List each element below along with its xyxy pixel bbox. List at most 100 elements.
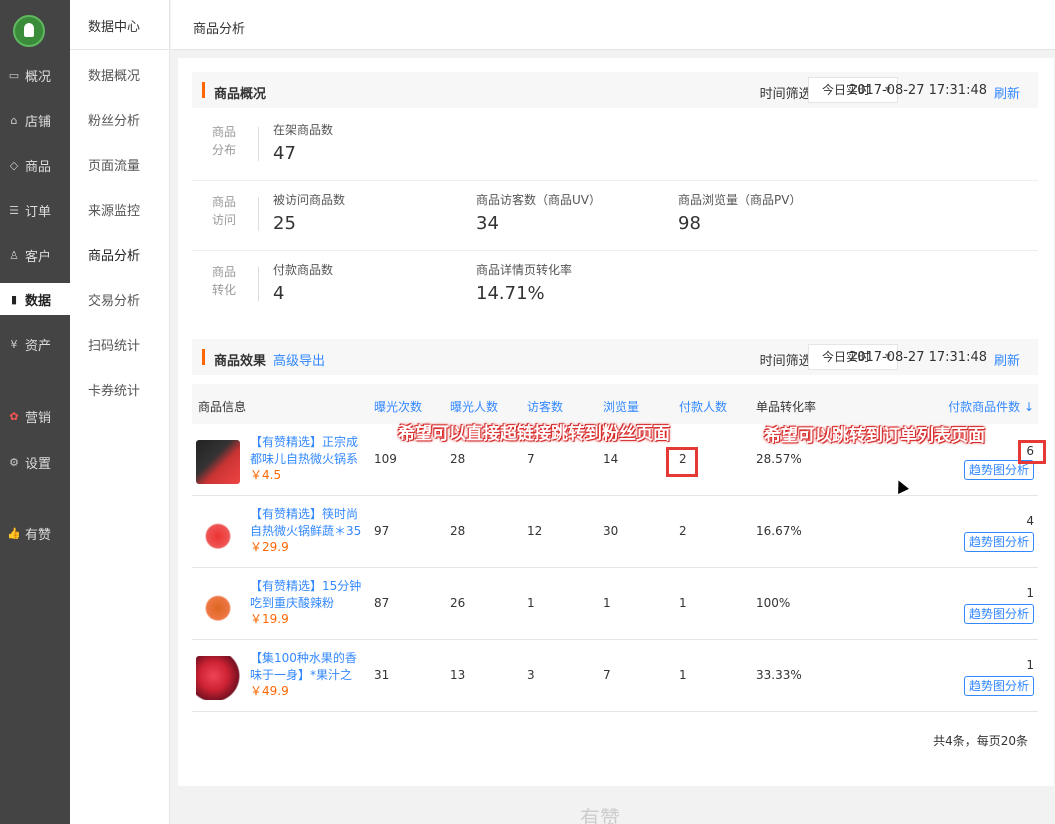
metric-value: 4 — [273, 283, 285, 304]
col-payers[interactable]: 付款人数 — [679, 398, 727, 415]
product-price: ￥29.9 — [250, 540, 289, 554]
nav-item-store[interactable]: ⌂ 店铺 — [0, 104, 70, 136]
refresh-link[interactable]: 刷新 — [994, 350, 1020, 369]
cell-visitors: 1 — [527, 596, 535, 610]
yen-icon: ¥ — [10, 337, 18, 351]
cell-exposure-users: 26 — [450, 596, 466, 610]
nav-item-customers[interactable]: ♙ 客户 — [0, 239, 70, 271]
overview-category: 商品分布 — [212, 125, 237, 157]
nav-item-settings[interactable]: ⚙ 设置 — [0, 446, 70, 478]
product-name-link[interactable]: 【有赞精选】正宗成都味儿自热微火锅系 — [250, 434, 362, 466]
breadcrumb: 商品分析 — [193, 22, 246, 37]
highlight-box-paid-items — [1018, 440, 1046, 464]
header: 商品分析 — [171, 0, 1055, 50]
product-name-link[interactable]: 【有赞精选】15分钟吃到重庆酸辣粉*288 — [250, 578, 362, 610]
cell-exposure: 31 — [374, 668, 390, 682]
effect-header: 商品效果 高级导出 时间筛选: 今日实时 ▼ 2017-08-27 17:31:4… — [192, 339, 1038, 375]
sub-item-page-traffic[interactable]: 页面流量 — [70, 152, 170, 182]
list-icon: ☰ — [9, 203, 19, 217]
nav-item-label: 有赞 — [25, 527, 52, 543]
main-nav: ▭ 概况 ⌂ 店铺 ◇ 商品 ☰ 订单 ♙ 客户 ▮ 数据 ¥ 资产 ✿ 营销 ⚙ 设置 👍 有赞 — [0, 0, 70, 824]
timestamp: 2017-08-27 17:31:48 — [848, 350, 987, 365]
metric-label: 在架商品数 — [273, 123, 334, 137]
sub-item-goods-analysis[interactable]: 商品分析 — [70, 242, 170, 272]
nav-item-orders[interactable]: ☰ 订单 — [0, 194, 70, 226]
cell-views: 1 — [603, 596, 611, 610]
trend-analysis-button[interactable]: 趋势图分析 — [963, 676, 1034, 696]
cell-visitors: 7 — [527, 452, 535, 466]
nav-item-youzan[interactable]: 👍 有赞 — [0, 517, 70, 549]
sub-item-trade-analysis[interactable]: 交易分析 — [70, 287, 170, 317]
monitor-icon: ▭ — [8, 68, 20, 82]
nav-item-label: 商品 — [25, 159, 52, 175]
col-exposure[interactable]: 曝光次数 — [374, 398, 422, 415]
divider — [258, 197, 259, 231]
cell-visitors: 12 — [527, 524, 543, 538]
cell-exposure-users: 28 — [450, 524, 466, 538]
col-visitors[interactable]: 访客数 — [527, 398, 563, 415]
effect-title: 商品效果 — [214, 354, 267, 369]
bar-chart-icon: ▮ — [10, 292, 18, 306]
overview-row-conversion: 商品转化 付款商品数 4 商品详情页转化率 14.71% — [192, 251, 1038, 321]
annotation-orders: 希望可以跳转到订单列表页面 — [764, 426, 985, 446]
product-name-link[interactable]: 【集100种水果的香味于一身】*果汁之 — [250, 650, 362, 682]
sub-item-fans[interactable]: 粉丝分析 — [70, 107, 170, 137]
cell-payers: 2 — [679, 524, 687, 538]
nav-item-assets[interactable]: ¥ 资产 — [0, 328, 70, 360]
shop-logo[interactable] — [13, 15, 45, 47]
cell-conversion: 100% — [756, 596, 791, 610]
product-thumbnail[interactable] — [196, 584, 240, 628]
cell-payers: 1 — [679, 596, 687, 610]
metric: 商品访客数（商品UV） 34 — [476, 191, 601, 234]
product-thumbnail[interactable] — [196, 440, 240, 484]
product-name-link[interactable]: 【有赞精选】筷时尚自热微火锅鲜蔬＊35 — [250, 506, 362, 538]
col-views[interactable]: 浏览量 — [603, 398, 639, 415]
overview-category: 商品转化 — [212, 265, 237, 297]
cell-views: 7 — [603, 668, 611, 682]
nav-item-label: 资产 — [25, 338, 52, 354]
metric: 被访问商品数 25 — [273, 191, 345, 234]
nav-item-label: 订单 — [25, 204, 52, 220]
sub-item-coupon-stats[interactable]: 卡券统计 — [70, 377, 170, 407]
metric-label: 被访问商品数 — [273, 193, 346, 207]
product-price: ￥4.5 — [250, 468, 282, 482]
metric: 付款商品数 4 — [273, 261, 333, 304]
product-thumbnail[interactable] — [196, 512, 240, 556]
cell-views: 14 — [603, 452, 619, 466]
trend-analysis-button[interactable]: 趋势图分析 — [963, 604, 1034, 624]
table-header: 商品信息 曝光次数 曝光人数 访客数 浏览量 付款人数 单品转化率 付款商品件数… — [192, 384, 1038, 424]
sub-item-data-overview[interactable]: 数据概况 — [70, 62, 170, 92]
nav-item-label: 设置 — [25, 456, 52, 472]
cell-conversion: 16.67% — [756, 524, 802, 538]
metric-value: 34 — [476, 213, 499, 234]
timestamp: 2017-08-27 17:31:48 — [848, 83, 987, 98]
sub-nav-title: 数据中心 — [70, 0, 170, 50]
footer-logo: 有赞 — [580, 806, 620, 824]
nav-item-marketing[interactable]: ✿ 营销 — [0, 400, 70, 432]
col-conversion: 单品转化率 — [756, 400, 817, 414]
thumbs-up-icon: 👍 — [7, 526, 21, 540]
nav-item-data[interactable]: ▮ 数据 — [0, 283, 70, 315]
col-paid-items[interactable]: 付款商品件数 ↓ — [948, 398, 1034, 415]
overview-title: 商品概况 — [214, 87, 267, 102]
product-thumbnail[interactable] — [196, 656, 240, 700]
table-row: 【集100种水果的香味于一身】*果汁之 ￥49.9 31 13 3 7 1 33… — [192, 640, 1038, 712]
metric-value: 25 — [273, 213, 296, 234]
trend-analysis-button[interactable]: 趋势图分析 — [963, 532, 1034, 552]
sub-item-source[interactable]: 来源监控 — [70, 197, 170, 227]
section-marker — [202, 82, 205, 98]
nav-item-goods[interactable]: ◇ 商品 — [0, 149, 70, 181]
metric-label: 商品浏览量（商品PV） — [678, 193, 802, 207]
nav-item-label: 营销 — [25, 410, 52, 426]
cell-payers: 1 — [679, 668, 687, 682]
refresh-link[interactable]: 刷新 — [994, 83, 1020, 102]
overview-category: 商品访问 — [212, 195, 237, 227]
cell-paid-items: 1 — [1026, 658, 1034, 672]
advanced-export-link[interactable]: 高级导出 — [273, 350, 325, 369]
store-icon: ⌂ — [10, 113, 18, 127]
nav-item-overview[interactable]: ▭ 概况 — [0, 59, 70, 91]
tag-icon: ◇ — [9, 158, 19, 172]
sub-item-scan-stats[interactable]: 扫码统计 — [70, 332, 170, 362]
overview-row-distribution: 商品分布 在架商品数 47 — [192, 111, 1038, 181]
col-exposure-users[interactable]: 曝光人数 — [450, 398, 498, 415]
